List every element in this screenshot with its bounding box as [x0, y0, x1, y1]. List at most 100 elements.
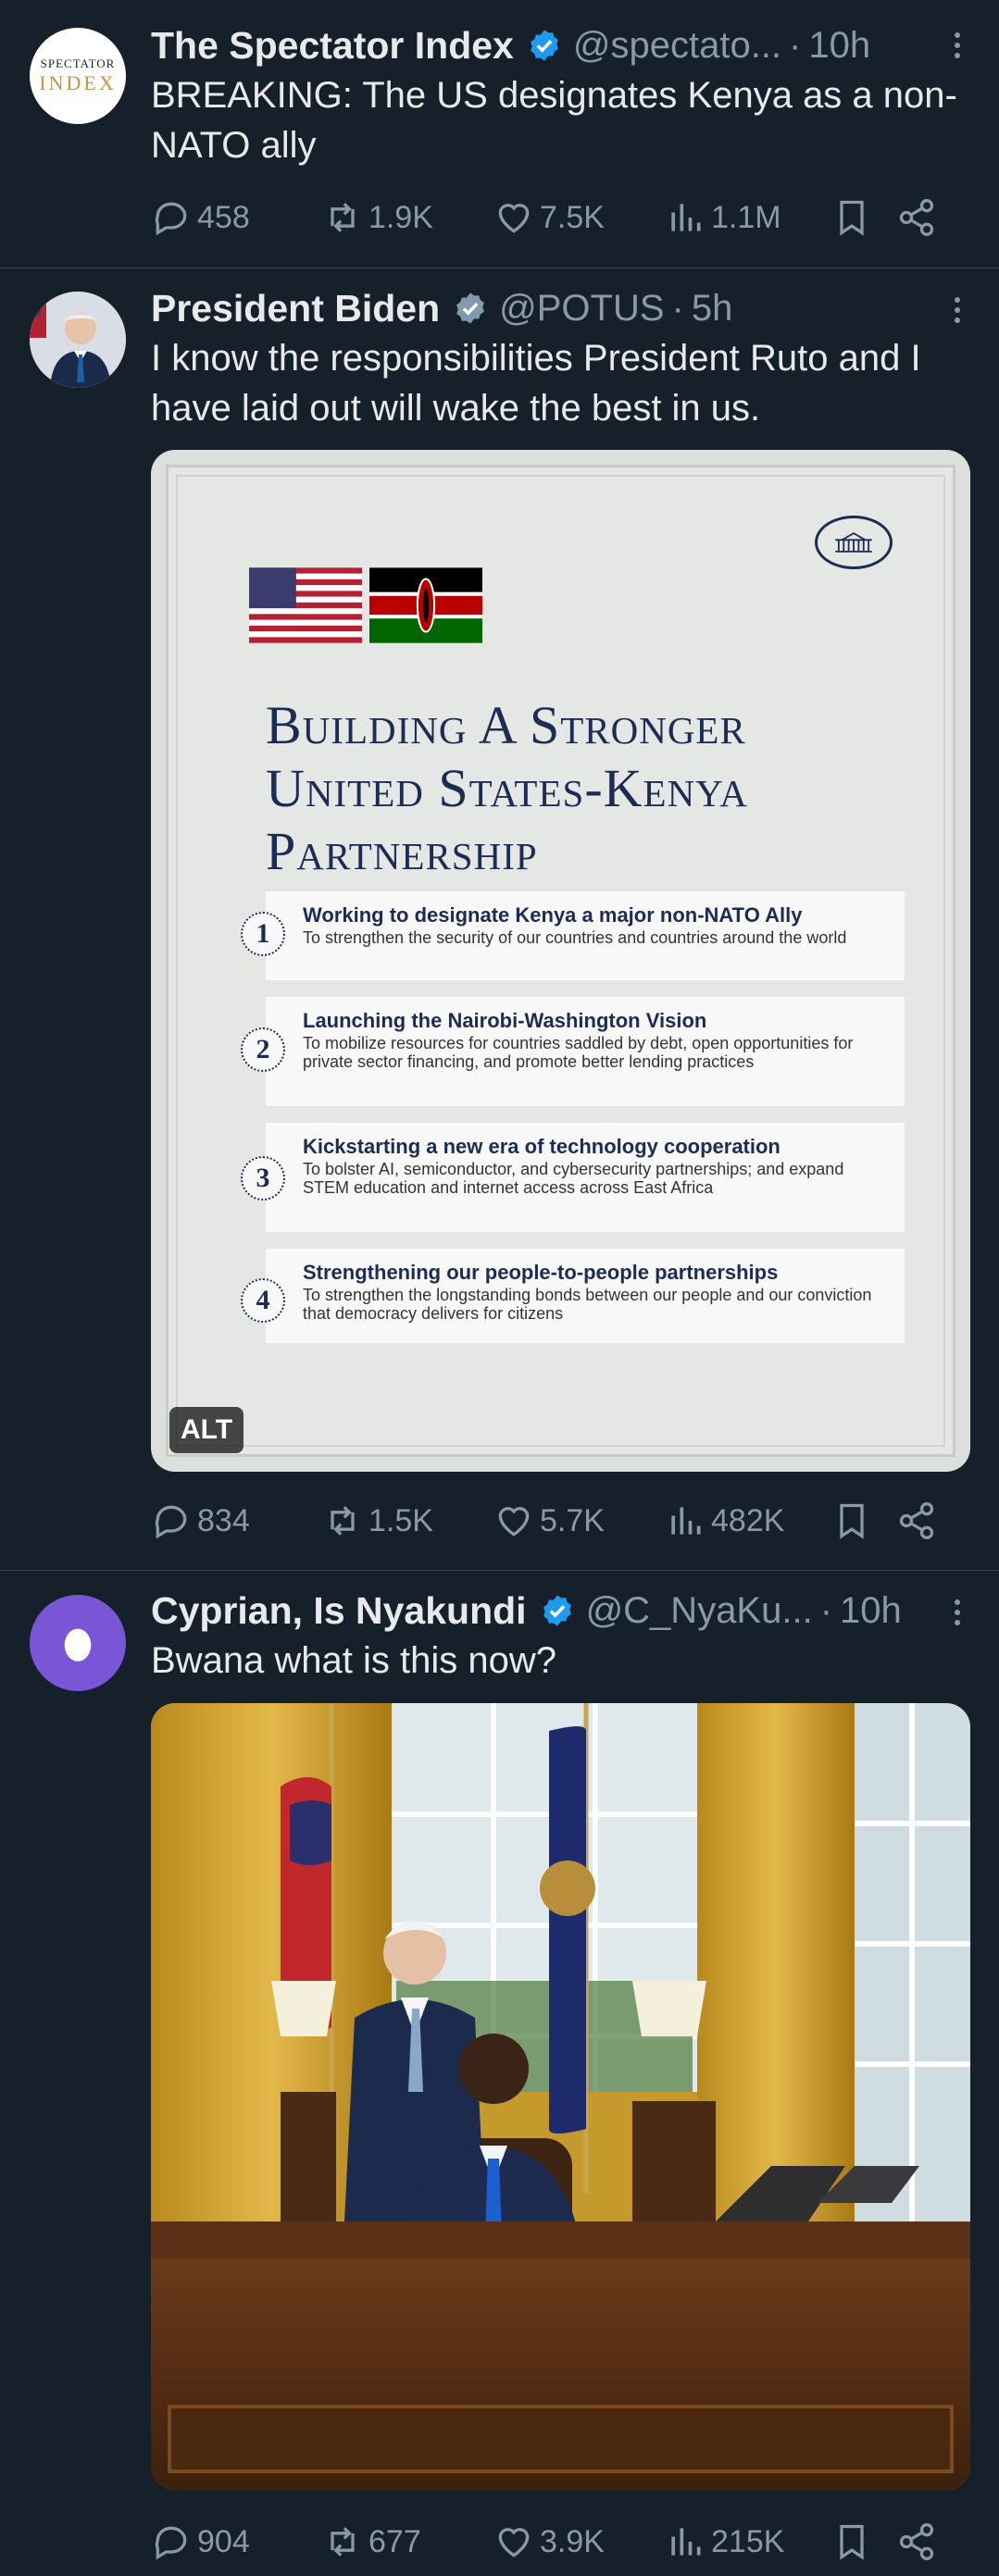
poster-number-4: 4 — [241, 1278, 285, 1323]
reply-button[interactable]: 458 — [151, 197, 322, 238]
bookmark-icon — [840, 2524, 864, 2560]
tweet-actions: 904 677 3.9K 215K — [151, 2519, 971, 2565]
avatar-portrait — [30, 292, 126, 388]
repost-icon — [331, 203, 355, 232]
like-button[interactable]: 3.9K — [493, 2521, 665, 2562]
reply-button[interactable]: 834 — [151, 1500, 322, 1541]
like-count: 5.7K — [540, 1502, 605, 1538]
reply-icon — [155, 2526, 187, 2560]
heart-icon — [498, 2528, 530, 2557]
poster: Building A Stronger United States-Kenya … — [151, 450, 970, 1472]
repost-icon — [331, 1506, 355, 1536]
author-name[interactable]: President Biden — [151, 287, 440, 330]
avatar[interactable]: SPECTATOR INDEX — [30, 28, 126, 124]
reply-icon — [155, 1505, 187, 1539]
reply-count: 904 — [197, 2523, 250, 2559]
tweet-text: BREAKING: The US designates Kenya as a n… — [151, 75, 957, 166]
verified-badge-icon — [530, 30, 558, 61]
views-button[interactable]: 215K — [665, 2521, 831, 2562]
bookmark-icon — [840, 200, 864, 236]
repost-count: 677 — [368, 2523, 421, 2559]
poster-item-1: Working to designate Kenya a major non-N… — [266, 891, 905, 980]
tweet-header: The Spectator Index @spectato... · 10h — [151, 22, 971, 68]
analytics-icon — [671, 204, 701, 231]
bookmark-button[interactable] — [831, 197, 896, 238]
separator-dot: · — [819, 1589, 833, 1631]
heart-icon — [498, 1507, 530, 1537]
repost-count: 1.5K — [368, 1502, 433, 1538]
white-house-logo-icon — [815, 516, 893, 569]
views-count: 482K — [711, 1502, 785, 1538]
oval-office-photo — [151, 1703, 970, 2490]
verified-badge-icon — [543, 1595, 571, 1626]
bookmark-icon — [840, 1503, 864, 1539]
reply-icon — [155, 202, 187, 236]
tweet-cyprian-nyakundi[interactable]: Cyprian, Is Nyakundi @C_NyaKu... · 10h B… — [0, 1571, 999, 2576]
share-icon — [899, 2523, 934, 2560]
avatar[interactable] — [30, 292, 126, 388]
kenya-flag-icon — [369, 567, 482, 643]
share-button[interactable] — [896, 1500, 943, 1541]
tweet-actions: 458 1.9K 7.5K 1.1M — [151, 194, 971, 241]
poster-item-2: Launching the Nairobi-Washington Vision … — [266, 997, 905, 1106]
timestamp[interactable]: 10h — [808, 25, 870, 67]
like-button[interactable]: 7.5K — [493, 197, 665, 238]
views-count: 215K — [711, 2523, 785, 2559]
reply-button[interactable]: 904 — [151, 2521, 322, 2562]
share-icon — [899, 1502, 934, 1539]
like-button[interactable]: 5.7K — [493, 1500, 665, 1541]
author-handle[interactable]: @POTUS — [499, 288, 664, 330]
repost-button[interactable]: 677 — [322, 2521, 493, 2562]
more-options-icon[interactable] — [943, 287, 971, 333]
reply-count: 834 — [197, 1502, 250, 1538]
like-count: 3.9K — [540, 2523, 605, 2559]
separator-dot: · — [671, 287, 684, 329]
repost-icon — [331, 2527, 355, 2557]
avatar[interactable] — [30, 1595, 126, 1691]
tweet-image-poster[interactable]: Building A Stronger United States-Kenya … — [151, 450, 970, 1472]
analytics-icon — [671, 1507, 701, 1535]
repost-button[interactable]: 1.5K — [322, 1500, 493, 1541]
poster-number-3: 3 — [241, 1156, 285, 1201]
views-count: 1.1M — [711, 199, 781, 235]
us-flag-icon — [249, 567, 362, 643]
poster-item-4: Strengthening our people-to-people partn… — [266, 1249, 905, 1343]
author-name[interactable]: Cyprian, Is Nyakundi — [151, 1589, 527, 1633]
tweet-actions: 834 1.5K 5.7K 482K — [151, 1498, 971, 1544]
timestamp[interactable]: 10h — [840, 1590, 902, 1632]
verified-gray-badge-icon — [456, 292, 485, 324]
share-button[interactable] — [896, 197, 943, 238]
tweet-header: President Biden @POTUS · 5h — [151, 285, 971, 331]
separator-dot: · — [789, 24, 802, 66]
poster-title: Building A Stronger United States-Kenya … — [266, 695, 748, 881]
author-handle[interactable]: @C_NyaKu... — [586, 1590, 813, 1632]
bookmark-button[interactable] — [831, 2521, 896, 2562]
share-button[interactable] — [896, 2521, 943, 2562]
author-handle[interactable]: @spectato... — [573, 25, 781, 67]
repost-button[interactable]: 1.9K — [322, 197, 493, 238]
like-count: 7.5K — [540, 199, 605, 235]
tweet-spectator-index[interactable]: SPECTATOR INDEX The Spectator Index @spe… — [0, 0, 999, 268]
poster-item-3: Kickstarting a new era of technology coo… — [266, 1123, 905, 1232]
more-options-icon[interactable] — [943, 1589, 971, 1636]
tweet-president-biden[interactable]: President Biden @POTUS · 5h I know the r… — [0, 268, 999, 1571]
more-options-icon[interactable] — [943, 22, 971, 68]
tweet-text: I know the responsibilities President Ru… — [151, 338, 921, 429]
tweet-header: Cyprian, Is Nyakundi @C_NyaKu... · 10h — [151, 1587, 971, 1634]
default-egg-avatar-icon — [64, 1628, 92, 1661]
tweet-photo-oval-office[interactable] — [151, 1703, 970, 2490]
bookmark-button[interactable] — [831, 1500, 896, 1541]
views-button[interactable]: 1.1M — [665, 197, 831, 238]
share-icon — [899, 199, 934, 236]
poster-number-1: 1 — [241, 912, 285, 956]
tweet-text: Bwana what is this now? — [151, 1640, 557, 1681]
author-name[interactable]: The Spectator Index — [151, 24, 514, 68]
timestamp[interactable]: 5h — [692, 288, 733, 330]
analytics-icon — [671, 2528, 701, 2556]
avatar-logo-line-2: INDEX — [39, 71, 117, 94]
reply-count: 458 — [197, 199, 250, 235]
alt-text-badge[interactable]: ALT — [169, 1407, 244, 1453]
poster-number-2: 2 — [241, 1027, 285, 1072]
avatar-logo-line-1: SPECTATOR — [40, 56, 116, 70]
views-button[interactable]: 482K — [665, 1500, 831, 1541]
